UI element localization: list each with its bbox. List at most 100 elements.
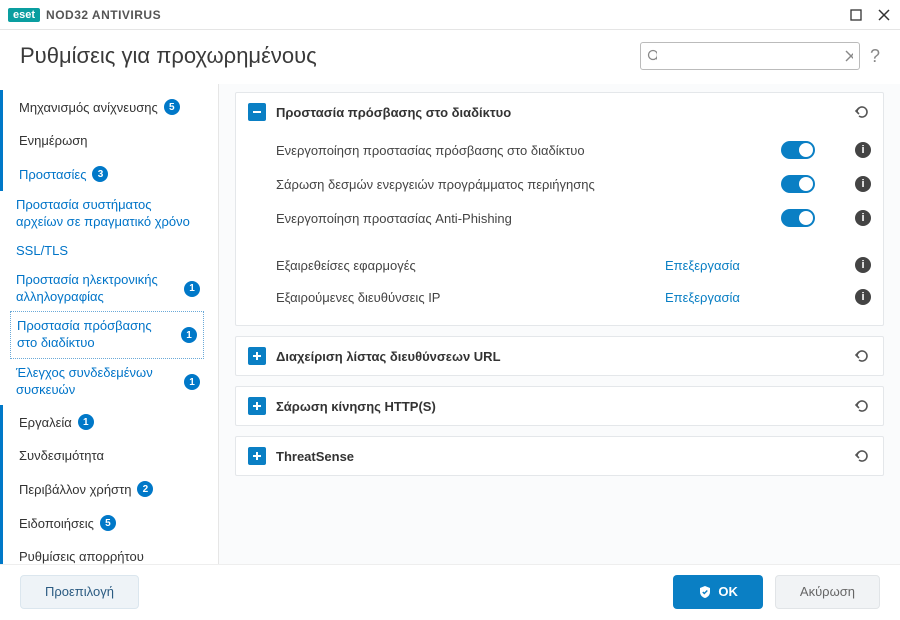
brand-tag: eset (8, 8, 40, 22)
panel-title: ThreatSense (276, 449, 843, 464)
ok-label: OK (718, 584, 738, 599)
help-button[interactable]: ? (870, 46, 880, 67)
panel-title: Σάρωση κίνησης HTTP(S) (276, 399, 843, 414)
toggle-antiphishing[interactable] (781, 209, 815, 227)
sidebar-item-detection[interactable]: Μηχανισμός ανίχνευσης 5 (0, 90, 208, 124)
info-button[interactable]: i (855, 210, 871, 226)
content-area: Προστασία πρόσβασης στο διαδίκτυο Ενεργο… (218, 84, 900, 564)
panel-http-scan: Σάρωση κίνησης HTTP(S) (235, 386, 884, 426)
undo-icon (853, 447, 871, 465)
search-icon (647, 49, 657, 63)
sidebar-label: Προστασία συστήματος αρχείων σε πραγματι… (16, 197, 200, 231)
panel-url-list: Διαχείριση λίστας διευθύνσεων URL (235, 336, 884, 376)
sidebar-sub-ssltls[interactable]: SSL/TLS (0, 237, 208, 266)
row-excluded-apps: Εξαιρεθείσες εφαρμογές Επεξεργασία i (276, 249, 871, 281)
sidebar-item-privacy[interactable]: Ρυθμίσεις απορρήτου (0, 540, 208, 564)
maximize-button[interactable] (848, 7, 864, 23)
ok-button[interactable]: OK (673, 575, 763, 609)
row-antiphishing: Ενεργοποίηση προστασίας Anti-Phishing i (276, 201, 871, 235)
badge: 1 (184, 281, 200, 297)
revert-button[interactable] (853, 347, 871, 365)
info-button[interactable]: i (855, 257, 871, 273)
badge: 1 (184, 374, 200, 390)
sidebar-sub-realtime[interactable]: Προστασία συστήματος αρχείων σε πραγματι… (0, 191, 208, 237)
footer: Προεπιλογή OK Ακύρωση (0, 564, 900, 618)
title-bar: eset NOD32 ANTIVIRUS (0, 0, 900, 30)
sidebar-label: SSL/TLS (16, 243, 68, 260)
badge: 5 (164, 99, 180, 115)
sidebar-sub-web[interactable]: Προστασία πρόσβασης στο διαδίκτυο 1 (10, 311, 204, 359)
sidebar-sub-email[interactable]: Προστασία ηλεκτρονικής αλληλογραφίας 1 (0, 266, 208, 312)
undo-icon (853, 397, 871, 415)
panel-header-web[interactable]: Προστασία πρόσβασης στο διαδίκτυο (236, 93, 883, 131)
shield-icon (698, 585, 712, 599)
row-label: Σάρωση δεσμών ενεργειών προγράμματος περ… (276, 177, 781, 192)
sidebar-item-protections[interactable]: Προστασίες 3 (0, 157, 208, 191)
row-label: Ενεργοποίηση προστασίας Anti-Phishing (276, 211, 781, 226)
panel-title: Προστασία πρόσβασης στο διαδίκτυο (276, 105, 843, 120)
panel-header-threatsense[interactable]: ThreatSense (236, 437, 883, 475)
sidebar-label: Ενημέρωση (19, 133, 88, 148)
sidebar-label: Ειδοποιήσεις (19, 516, 94, 531)
collapse-icon (248, 103, 266, 121)
sidebar-label: Προστασία ηλεκτρονικής αλληλογραφίας (16, 272, 178, 306)
panel-header-url[interactable]: Διαχείριση λίστας διευθύνσεων URL (236, 337, 883, 375)
clear-search-icon[interactable] (845, 50, 853, 62)
sidebar-item-tools[interactable]: Εργαλεία 1 (0, 405, 208, 439)
sidebar-label: Προστασία πρόσβασης στο διαδίκτυο (17, 318, 175, 352)
default-button[interactable]: Προεπιλογή (20, 575, 139, 609)
revert-button[interactable] (853, 447, 871, 465)
badge: 1 (181, 327, 197, 343)
brand: eset NOD32 ANTIVIRUS (8, 8, 161, 22)
sidebar-label: Έλεγχος συνδεδεμένων συσκευών (16, 365, 178, 399)
window-controls (848, 7, 892, 23)
header: Ρυθμίσεις για προχωρημένους ? (0, 30, 900, 84)
sidebar-item-notifications[interactable]: Ειδοποιήσεις 5 (0, 506, 208, 540)
sidebar-label: Συνδεσιμότητα (19, 448, 104, 463)
product-name: NOD32 ANTIVIRUS (46, 8, 161, 22)
edit-excluded-apps-link[interactable]: Επεξεργασία (665, 258, 815, 273)
sidebar-label: Περιβάλλον χρήστη (19, 482, 131, 497)
badge: 5 (100, 515, 116, 531)
row-excluded-ips: Εξαιρούμενες διευθύνσεις IP Επεξεργασία … (276, 281, 871, 313)
panel-web-protection: Προστασία πρόσβασης στο διαδίκτυο Ενεργο… (235, 92, 884, 326)
revert-button[interactable] (853, 103, 871, 121)
row-label: Εξαιρεθείσες εφαρμογές (276, 258, 665, 273)
badge: 1 (78, 414, 94, 430)
undo-icon (853, 103, 871, 121)
sidebar-label: Μηχανισμός ανίχνευσης (19, 100, 158, 115)
undo-icon (853, 347, 871, 365)
close-icon (878, 9, 890, 21)
expand-icon (248, 397, 266, 415)
page-title: Ρυθμίσεις για προχωρημένους (20, 43, 317, 69)
search-box[interactable] (640, 42, 860, 70)
panel-title: Διαχείριση λίστας διευθύνσεων URL (276, 349, 843, 364)
sidebar: Μηχανισμός ανίχνευσης 5 Ενημέρωση Προστα… (0, 84, 218, 564)
sidebar-label: Προστασίες (19, 167, 86, 182)
cancel-button[interactable]: Ακύρωση (775, 575, 880, 609)
info-button[interactable]: i (855, 289, 871, 305)
expand-icon (248, 447, 266, 465)
badge: 3 (92, 166, 108, 182)
revert-button[interactable] (853, 397, 871, 415)
row-scan-browser: Σάρωση δεσμών ενεργειών προγράμματος περ… (276, 167, 871, 201)
sidebar-sub-device[interactable]: Έλεγχος συνδεδεμένων συσκευών 1 (0, 359, 208, 405)
panel-threatsense: ThreatSense (235, 436, 884, 476)
row-enable-web: Ενεργοποίηση προστασίας πρόσβασης στο δι… (276, 133, 871, 167)
expand-icon (248, 347, 266, 365)
panel-header-http[interactable]: Σάρωση κίνησης HTTP(S) (236, 387, 883, 425)
close-button[interactable] (876, 7, 892, 23)
sidebar-label: Εργαλεία (19, 415, 72, 430)
edit-excluded-ips-link[interactable]: Επεξεργασία (665, 290, 815, 305)
badge: 2 (137, 481, 153, 497)
sidebar-item-connectivity[interactable]: Συνδεσιμότητα (0, 439, 208, 472)
sidebar-label: Ρυθμίσεις απορρήτου (19, 549, 144, 564)
info-button[interactable]: i (855, 176, 871, 192)
sidebar-item-update[interactable]: Ενημέρωση (0, 124, 208, 157)
search-input[interactable] (663, 49, 839, 64)
row-label: Ενεργοποίηση προστασίας πρόσβασης στο δι… (276, 143, 781, 158)
toggle-scan-browser[interactable] (781, 175, 815, 193)
info-button[interactable]: i (855, 142, 871, 158)
sidebar-item-ui[interactable]: Περιβάλλον χρήστη 2 (0, 472, 208, 506)
toggle-enable-web[interactable] (781, 141, 815, 159)
